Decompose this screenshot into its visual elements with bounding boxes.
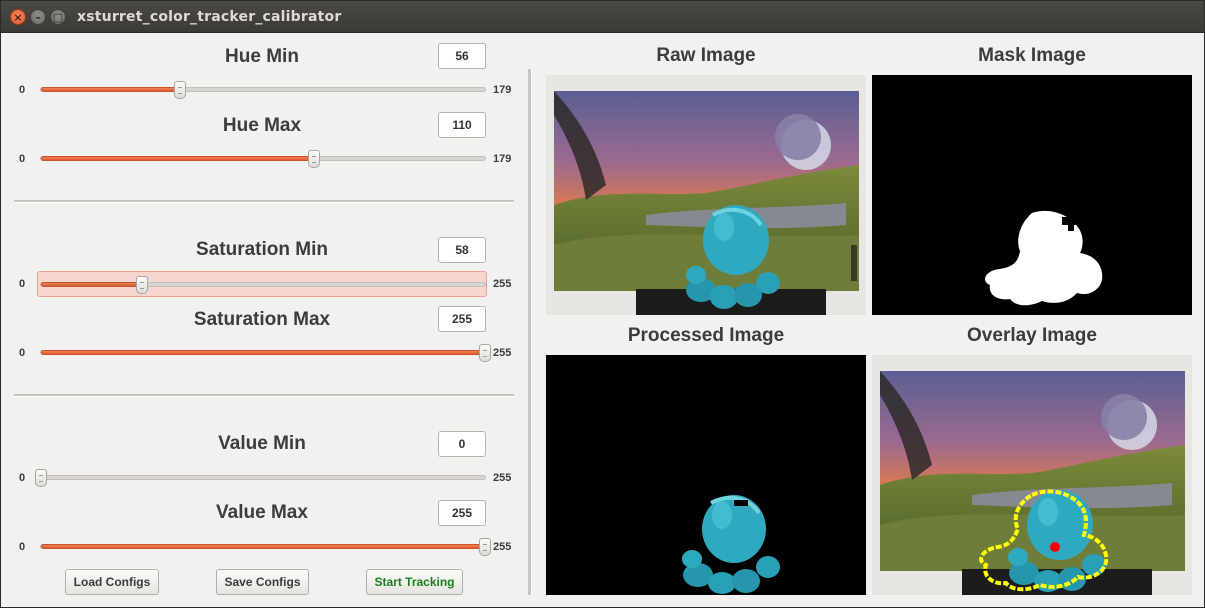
- slider-max-label: 255: [493, 472, 512, 484]
- slider-min-label: 0: [19, 541, 26, 553]
- saturation-max-value[interactable]: 255: [438, 306, 486, 332]
- overlay-image-title: Overlay Image: [967, 325, 1097, 346]
- hue-min-title: Hue Min: [225, 46, 299, 67]
- hue-max-title: Hue Max: [222, 115, 302, 136]
- title-bar: × – □ xsturret_color_tracker_calibrator: [1, 1, 1204, 33]
- minimize-window-button[interactable]: –: [30, 9, 46, 25]
- control-panel: Hue Min 56 0 179 Hue Max 110 0 179 Satur…: [2, 34, 528, 607]
- value-min-value[interactable]: 0: [438, 431, 486, 457]
- mask-image-view: [872, 75, 1192, 315]
- load-configs-button[interactable]: Load Configs: [65, 569, 159, 595]
- centroid-marker: [1050, 542, 1060, 552]
- value-min-title: Value Min: [218, 433, 306, 454]
- save-configs-button[interactable]: Save Configs: [216, 569, 309, 595]
- hue-min-slider[interactable]: 0 179: [2, 77, 528, 103]
- overlay-image: [872, 355, 1192, 595]
- slider-min-label: 0: [19, 347, 26, 359]
- raw-image: [546, 75, 866, 315]
- slider-handle[interactable]: [307, 150, 320, 168]
- slider-handle[interactable]: [173, 81, 186, 99]
- slider-trough[interactable]: [40, 344, 491, 362]
- section-separator: [14, 394, 514, 397]
- saturation-min-title: Saturation Min: [196, 239, 328, 260]
- slider-handle[interactable]: [479, 344, 491, 362]
- overlay-image-view: [872, 355, 1192, 595]
- processed-image-view: [546, 355, 866, 595]
- value-min-slider[interactable]: 0 255: [2, 465, 528, 491]
- slider-trough[interactable]: [35, 469, 486, 487]
- slider-max-label: 255: [493, 541, 512, 553]
- slider-min-label: 0: [19, 472, 26, 484]
- raw-image-view: [546, 75, 866, 315]
- value-max-slider[interactable]: 0 255: [2, 534, 528, 560]
- slider-fill: [41, 544, 485, 549]
- slider-handle[interactable]: [479, 538, 491, 556]
- slider-max-label: 255: [493, 278, 512, 290]
- hue-min-value[interactable]: 56: [438, 43, 486, 69]
- saturation-min-value[interactable]: 58: [438, 237, 486, 263]
- start-tracking-button[interactable]: Start Tracking: [366, 569, 463, 595]
- section-separator: [14, 200, 514, 203]
- saturation-max-slider[interactable]: 0 255: [2, 340, 528, 366]
- slider-fill: [41, 87, 180, 92]
- slider-trough[interactable]: [40, 538, 491, 556]
- slider-handle[interactable]: [35, 469, 47, 487]
- slider-fill: [41, 156, 314, 161]
- processed-image-title: Processed Image: [627, 325, 785, 346]
- panel-divider[interactable]: [528, 69, 532, 595]
- saturation-min-slider[interactable]: [37, 271, 487, 297]
- saturation-max-title: Saturation Max: [193, 309, 331, 330]
- slider-min-label: 0: [19, 278, 26, 290]
- slider-fill: [41, 350, 485, 355]
- maximize-window-button[interactable]: □: [50, 9, 66, 25]
- slider-handle[interactable]: [135, 276, 148, 294]
- slider-max-label: 179: [493, 153, 512, 165]
- value-max-title: Value Max: [216, 502, 308, 523]
- window-title: xsturret_color_tracker_calibrator: [77, 9, 342, 25]
- slider-trough[interactable]: [40, 276, 486, 294]
- value-max-value[interactable]: 255: [438, 500, 486, 526]
- slider-trough[interactable]: [40, 81, 486, 99]
- slider-max-label: 255: [493, 347, 512, 359]
- raw-image-title: Raw Image: [656, 45, 756, 66]
- slider-trough[interactable]: [40, 150, 486, 168]
- mask-image-title: Mask Image: [978, 45, 1086, 66]
- close-window-button[interactable]: ×: [10, 9, 26, 25]
- hue-max-value[interactable]: 110: [438, 112, 486, 138]
- slider-min-label: 0: [19, 84, 26, 96]
- mask-image: [872, 75, 1192, 315]
- slider-min-label: 0: [19, 153, 26, 165]
- processed-image: [546, 355, 866, 595]
- app-window: × – □ xsturret_color_tracker_calibrator …: [0, 0, 1205, 608]
- hue-max-slider[interactable]: 0 179: [2, 146, 528, 172]
- slider-fill: [41, 282, 142, 287]
- slider-max-label: 179: [493, 84, 512, 96]
